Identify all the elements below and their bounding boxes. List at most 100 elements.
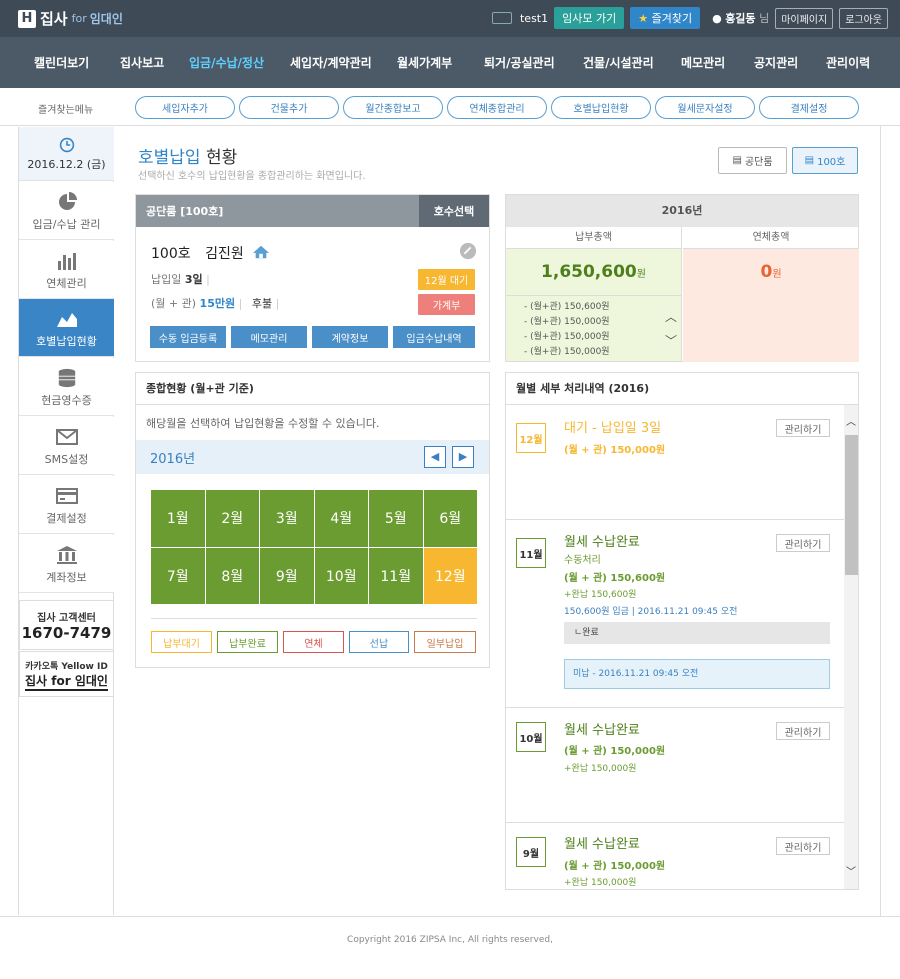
- room-number: 100호: [151, 246, 191, 262]
- favorite-menu-bar: 즐겨찾는메뉴 세입자추가 건물추가 월간종합보고 연체종합관리 호별납입현황 월…: [0, 88, 900, 126]
- title-dark: 현황: [205, 148, 238, 168]
- month-cell[interactable]: 7월: [151, 547, 205, 604]
- fav-unit-status[interactable]: 호별납입현황: [551, 96, 651, 119]
- home-icon[interactable]: [252, 244, 270, 260]
- month-cell[interactable]: 1월: [151, 490, 205, 547]
- ledger-tag[interactable]: 가계부: [418, 294, 475, 315]
- nav-notice[interactable]: 공지관리: [754, 54, 798, 71]
- sidebar-item-sms[interactable]: SMS설정: [19, 417, 114, 475]
- list-item: - (월+관) 150,000원: [524, 332, 610, 342]
- building-icon: ▤: [732, 155, 742, 166]
- next-year-button[interactable]: ▶: [452, 446, 474, 468]
- user-info: ● 홍길동 님: [712, 10, 769, 26]
- month-cell-current[interactable]: 12월: [423, 547, 477, 604]
- unit-tab-button[interactable]: ▤ 100호: [792, 147, 858, 174]
- year-selector: 2016년 ◀ ▶: [136, 440, 489, 474]
- month-cell[interactable]: 10월: [314, 547, 368, 604]
- legend-prepaid: 선납: [349, 631, 409, 653]
- nav-calendar[interactable]: 캘린더보기: [34, 54, 89, 71]
- nav-history[interactable]: 관리이력: [826, 54, 870, 71]
- mypage-button[interactable]: 마이페이지: [775, 7, 834, 29]
- paid-list-items: - (월+관) 150,600원 - (월+관) 150,000원 - (월+관…: [524, 300, 610, 360]
- sidebar-item-overdue[interactable]: 연체관리: [19, 241, 114, 299]
- nav-building[interactable]: 건물/시설관리: [583, 54, 654, 71]
- month-cell[interactable]: 8월: [205, 547, 259, 604]
- history-row-oct: 10월 월세 수납완료 (월 + 관) 150,000원 +완납 150,000…: [506, 708, 844, 823]
- favorites-button[interactable]: ★ 즐겨찾기: [630, 7, 701, 29]
- month-cell[interactable]: 2월: [205, 490, 259, 547]
- unit-panel-header: 공단룸 [100호] 호수선택: [136, 195, 489, 227]
- nav-ledger[interactable]: 월세가계부: [397, 54, 452, 71]
- unit-tab-label: 100호: [817, 157, 846, 168]
- payment-history-button[interactable]: 입금수납내역: [393, 326, 475, 348]
- nav-payment[interactable]: 입금/수납/정산: [189, 54, 264, 71]
- chevron-down-icon[interactable]: ﹀: [665, 332, 677, 349]
- manage-button[interactable]: 관리하기: [776, 419, 830, 437]
- paid-total: 1,650,600원: [506, 249, 682, 295]
- fav-payment-settings[interactable]: 결제설정: [759, 96, 859, 119]
- fav-sms[interactable]: 월세문자설정: [655, 96, 755, 119]
- contract-info-button[interactable]: 계약정보: [312, 326, 388, 348]
- manage-button[interactable]: 관리하기: [776, 534, 830, 552]
- logo[interactable]: H 집사 for 임대인: [18, 8, 123, 29]
- month-badge: 12월: [516, 423, 546, 453]
- clock-icon: [59, 137, 74, 153]
- nav-memo[interactable]: 메모관리: [681, 54, 725, 71]
- history-header: 월별 세부 처리내역 (2016): [506, 373, 858, 405]
- sidebar-item-label: SMS설정: [44, 453, 89, 466]
- kakao-id[interactable]: 카카오톡 Yellow ID 집사 for 임대인: [19, 651, 114, 697]
- scroll-up-icon[interactable]: ︿: [846, 413, 856, 428]
- fav-add-building[interactable]: 건물추가: [239, 96, 339, 119]
- fav-overdue[interactable]: 연체종합관리: [447, 96, 547, 119]
- row-complete: +완납 150,000원: [564, 878, 637, 888]
- overall-header: 종합현황 (월+관 기준): [136, 373, 489, 405]
- honorific: 님: [759, 12, 770, 25]
- fav-monthly-report[interactable]: 월간종합보고: [343, 96, 443, 119]
- credit-card-icon: [55, 488, 78, 504]
- row-deposit: 150,600원 입금 | 2016.11.21 09:45 오전: [564, 607, 738, 617]
- month-cell[interactable]: 5월: [369, 490, 423, 547]
- month-cell[interactable]: 3월: [260, 490, 314, 547]
- attach-icon[interactable]: [459, 242, 477, 260]
- sidebar-item-unit-status[interactable]: 호별납입현황: [19, 299, 114, 357]
- nav-vacancy[interactable]: 퇴거/공실관리: [484, 54, 555, 71]
- month-cell[interactable]: 11월: [369, 547, 423, 604]
- building-tab-button[interactable]: ▤ 공단룸: [718, 147, 787, 174]
- scroll-down-icon[interactable]: ﹀: [846, 863, 856, 878]
- sidebar-item-label: 입금/수납 관리: [32, 218, 101, 231]
- sidebar-item-label: 결제설정: [46, 512, 87, 525]
- scrollbar[interactable]: ︿ ﹀: [844, 405, 858, 889]
- prev-year-button[interactable]: ◀: [424, 446, 446, 468]
- history-row-sep: 9월 월세 수납완료 (월 + 관) 150,000원 +완납 150,000원…: [506, 823, 844, 889]
- envelope-icon: [55, 429, 78, 445]
- list-item: - (월+관) 150,000원: [524, 317, 610, 327]
- manage-button[interactable]: 관리하기: [776, 722, 830, 740]
- sidebar-item-payment[interactable]: 입금/수납 관리: [19, 182, 114, 240]
- nav-tenant[interactable]: 세입자/계약관리: [290, 54, 372, 71]
- current-date: 2016.12.2 (금): [27, 158, 106, 171]
- logout-button[interactable]: 로그아웃: [839, 7, 888, 29]
- row-amount: (월 + 관) 150,000원: [564, 445, 666, 456]
- month-cell[interactable]: 9월: [260, 547, 314, 604]
- fav-add-tenant[interactable]: 세입자추가: [135, 96, 235, 119]
- brand-sub: 임대인: [89, 12, 123, 26]
- legend-partial: 일부납입: [414, 631, 476, 653]
- manual-deposit-button[interactable]: 수동 입금등록: [150, 326, 226, 348]
- footer: Copyright 2016 ZIPSA Inc, All rights res…: [0, 916, 900, 979]
- go-community-button[interactable]: 임사모 가기: [554, 7, 625, 29]
- manage-button[interactable]: 관리하기: [776, 837, 830, 855]
- month-cell[interactable]: 4월: [314, 490, 368, 547]
- kakao-label: 카카오톡 Yellow ID: [25, 662, 108, 672]
- doc-icon: ▤: [804, 155, 815, 166]
- house-logo-icon: H: [18, 9, 36, 28]
- memo-button[interactable]: 메모관리: [231, 326, 307, 348]
- scrollbar-thumb[interactable]: [845, 435, 858, 575]
- sidebar-item-account[interactable]: 계좌정보: [19, 535, 114, 593]
- sidebar-item-payment-settings[interactable]: 결제설정: [19, 476, 114, 534]
- chevron-up-icon[interactable]: ︿: [665, 308, 677, 325]
- sidebar-item-receipt[interactable]: 현금영수증: [19, 358, 114, 416]
- month-cell[interactable]: 6월: [423, 490, 477, 547]
- nav-report[interactable]: 집사보고: [120, 54, 164, 71]
- unit-select-button[interactable]: 호수선택: [419, 195, 489, 227]
- megaphone-icon[interactable]: [491, 12, 512, 24]
